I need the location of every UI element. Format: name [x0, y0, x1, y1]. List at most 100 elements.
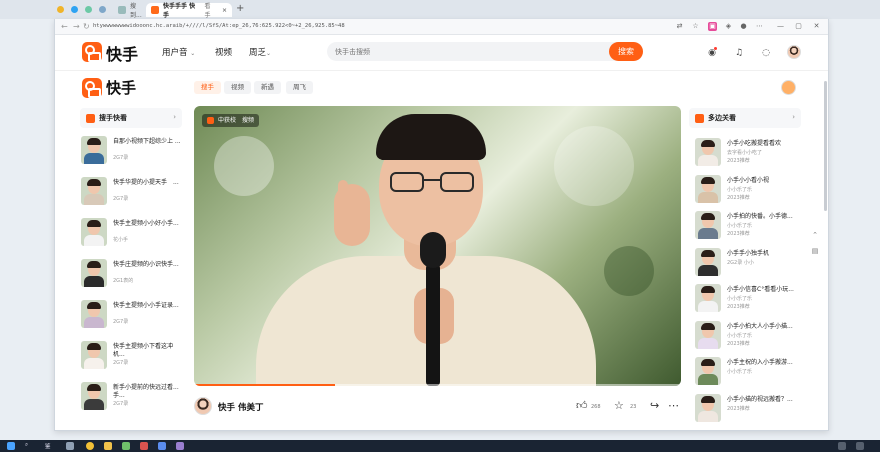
extension-icon[interactable]: ▣ — [708, 22, 717, 31]
left-list-item[interactable]: 新手小提前的快远过看...手... 2G7录 — [81, 382, 181, 412]
list-item-title[interactable]: 小手小吃搬提看看欢 — [727, 140, 799, 148]
nav-user-menu[interactable]: 用户音 ⌄ — [162, 46, 195, 58]
list-item-title[interactable]: 快手主提频小下看这冲机... — [113, 343, 181, 359]
chip-zhoufei[interactable]: 周飞 — [286, 81, 313, 94]
video-thumbnail[interactable] — [695, 174, 721, 203]
right-list-item[interactable]: 小手小描的视远搬看？... 2023推荐 — [695, 393, 801, 424]
forward-arrow-icon[interactable]: → — [73, 22, 80, 31]
nav-zhoufa[interactable]: 周乏⌄ — [249, 46, 271, 58]
video-thumbnail[interactable] — [695, 320, 721, 349]
chrome-icon[interactable] — [86, 442, 94, 450]
right-panel-header[interactable]: 多边关看 › — [689, 108, 801, 128]
app-icon[interactable] — [158, 442, 166, 450]
list-item-title[interactable]: 自那小视频下超综少上 ... — [113, 138, 181, 146]
scrollbar-thumb[interactable] — [824, 81, 827, 211]
video-thumbnail[interactable] — [81, 136, 107, 164]
star-icon[interactable]: ☆ — [614, 399, 624, 412]
tray-icon[interactable] — [838, 442, 846, 450]
list-item-title[interactable]: 小手小拍大人小手小描... — [727, 323, 799, 331]
left-list-item[interactable]: 快手主提频小小手证录... 2G7录 — [81, 300, 181, 330]
kuaishou-logo-icon[interactable] — [82, 78, 102, 98]
page-brand[interactable]: 快手 — [106, 77, 136, 98]
chip-xinyu[interactable]: 新遇 — [254, 81, 281, 94]
list-item-title[interactable]: 小手手小独手机 — [727, 250, 799, 258]
back-arrow-icon[interactable]: ← — [61, 22, 68, 31]
message-icon[interactable]: ◌ — [760, 47, 772, 59]
menu-icon[interactable]: ⋯ — [755, 22, 764, 31]
user-avatar[interactable] — [787, 45, 801, 59]
chevron-right-icon[interactable]: › — [173, 113, 176, 121]
close-window-icon[interactable]: ✕ — [812, 22, 821, 31]
list-item-title[interactable]: 快手庄提频的小识快手... — [113, 261, 181, 269]
scroll-up-icon[interactable]: ⌃ — [809, 229, 821, 241]
search-input[interactable] — [327, 42, 587, 61]
window-close-control[interactable] — [57, 6, 64, 13]
close-tab-icon[interactable]: × — [222, 7, 227, 14]
site-brand[interactable]: 快手 — [106, 41, 138, 65]
list-item-title[interactable]: 快手主提频小小手证录... — [113, 302, 181, 310]
right-list-item[interactable]: 小手小吃搬提看看欢 去字看小小吃了 2023推荐 — [695, 138, 801, 168]
task-view-icon[interactable] — [66, 442, 74, 450]
left-panel-header[interactable]: 搜手快看 › — [80, 108, 182, 128]
main-video-player[interactable]: 中获校 搜频 — [194, 106, 681, 386]
minimize-icon[interactable]: — — [776, 22, 785, 31]
notification-icon[interactable]: ◉ — [706, 47, 718, 59]
explorer-icon[interactable] — [104, 442, 112, 450]
bookmark-star-icon[interactable]: ☆ — [691, 22, 700, 31]
video-thumbnail[interactable] — [81, 300, 107, 328]
list-item-title[interactable]: 小手小小看小视 — [727, 177, 799, 185]
list-item-title[interactable]: 小手小描的视远搬看？... — [727, 396, 799, 404]
video-thumbnail[interactable] — [81, 259, 107, 287]
search-button[interactable]: 搜索 — [609, 42, 643, 61]
chip-souhsou[interactable]: 搜手 — [194, 81, 221, 94]
mic-icon[interactable]: ● — [739, 22, 748, 31]
feedback-icon[interactable]: ▤ — [809, 245, 821, 257]
url-field[interactable]: htywwwwwwwwidooonc.hc.araib/+////l/SfS/A… — [93, 23, 345, 29]
author-avatar[interactable] — [194, 397, 212, 415]
profile-icon[interactable] — [99, 6, 106, 13]
page-scrollbar[interactable] — [822, 71, 828, 429]
left-list-item[interactable]: 快手庄提频的小识快手... 2G1表的 — [81, 259, 181, 289]
video-thumbnail[interactable] — [81, 177, 107, 205]
shield-icon[interactable]: ◈ — [724, 22, 733, 31]
list-item-title[interactable]: 快手华提的小提天手 ... — [113, 179, 181, 187]
nav-video[interactable]: 视频 — [215, 46, 232, 58]
list-item-title[interactable]: 小手拍的快番。小手德... — [727, 213, 799, 221]
tab-search[interactable]: 搜到... — [113, 3, 143, 19]
video-thumbnail[interactable] — [81, 218, 107, 246]
left-list-item[interactable]: 快手主提频小下看这冲机... 2G7录 — [81, 341, 181, 371]
app-icon[interactable] — [176, 442, 184, 450]
start-icon[interactable] — [7, 442, 15, 450]
video-thumbnail[interactable] — [695, 247, 721, 276]
app-icon[interactable] — [122, 442, 130, 450]
left-list-item[interactable]: 自那小视频下超综少上 ... 2G7录 — [81, 136, 181, 166]
taskbar-search-icon[interactable]: ⌕ — [25, 442, 28, 449]
tab-kuaishou[interactable]: 快手手手 快手 看手 × — [146, 3, 232, 19]
creator-avatar[interactable] — [781, 80, 796, 95]
list-item-title[interactable]: 小手主祝的入小手搬游... — [727, 359, 799, 367]
kuaishou-logo-icon[interactable] — [82, 42, 102, 62]
left-list-item[interactable]: 快手华提的小提天手 ... 2G7录 — [81, 177, 181, 207]
video-thumbnail[interactable] — [695, 357, 721, 385]
share-icon[interactable]: ↪ — [650, 399, 659, 412]
tray-icon[interactable] — [856, 442, 864, 450]
right-list-item[interactable]: 小手小拍大人小手小描... 小小乐了乐 2023推荐 — [695, 320, 801, 351]
list-item-title[interactable]: 快手主提频小小好小手... — [113, 220, 181, 228]
window-minimize-control[interactable] — [71, 6, 78, 13]
right-list-item[interactable]: 小手小小看小视 小小乐了乐 2023推荐 — [695, 174, 801, 205]
taskbar-search-label[interactable]: 鉴 — [45, 442, 51, 450]
video-thumbnail[interactable] — [695, 393, 721, 422]
bell-icon[interactable]: ♫ — [733, 47, 745, 59]
video-thumbnail[interactable] — [81, 341, 107, 369]
video-thumbnail[interactable] — [81, 382, 107, 410]
translate-icon[interactable]: ⇄ — [675, 22, 684, 31]
reload-icon[interactable]: ↻ — [83, 22, 90, 31]
video-thumbnail[interactable] — [695, 138, 721, 166]
chevron-right-icon[interactable]: › — [792, 113, 795, 121]
right-list-item[interactable]: 小手拍的快番。小手德... 小小乐了乐 2023推荐 — [695, 211, 801, 241]
right-list-item[interactable]: 小手手小独手机 2G2录 小小 — [695, 247, 801, 278]
chip-video[interactable]: 视频 — [224, 81, 251, 94]
window-zoom-control[interactable] — [85, 6, 92, 13]
list-item-title[interactable]: 新手小提前的快远过看...手... — [113, 384, 181, 400]
right-list-item[interactable]: 小手主祝的入小手搬游... 小小乐了乐 — [695, 357, 801, 387]
